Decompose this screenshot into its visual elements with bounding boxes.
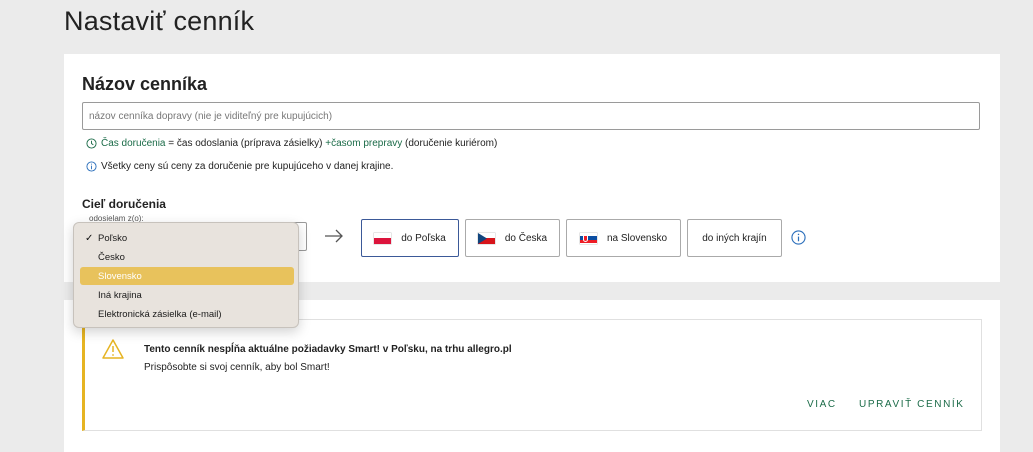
poland-flag-icon: [374, 232, 392, 244]
info-circle-icon[interactable]: [791, 230, 806, 245]
dropdown-option-electronic[interactable]: Elektronická zásielka (e-mail): [80, 305, 294, 323]
destination-label-poland: do Poľska: [401, 232, 446, 244]
dropdown-option-other-country[interactable]: Iná krajina: [80, 286, 294, 304]
clock-icon: [86, 138, 97, 149]
pricelist-name-input[interactable]: [82, 102, 980, 130]
delivery-time-suffix: (doručenie kuriérom): [402, 138, 498, 149]
warning-title: Tento cenník nespĺňa aktuálne požiadavky…: [144, 344, 512, 355]
dropdown-option-czechia[interactable]: Česko: [80, 248, 294, 266]
destination-button-poland[interactable]: do Poľska: [361, 219, 459, 257]
more-button[interactable]: VIAC: [807, 399, 837, 410]
slovakia-flag-icon: [579, 232, 597, 244]
section-title: Názov cenníka: [82, 74, 208, 94]
warning-subtitle: Prispôsobte si svoj cenník, aby bol Smar…: [144, 362, 330, 373]
delivery-time-note: Čas doručenia = čas odoslania (príprava …: [86, 138, 497, 149]
dropdown-option-poland[interactable]: ✓ Poľsko: [80, 229, 294, 247]
arrow-right-icon: [325, 229, 343, 243]
page-title: Nastaviť cenník: [64, 6, 255, 36]
destination-button-czechia[interactable]: do Česka: [465, 219, 560, 257]
dropdown-option-slovakia[interactable]: Slovensko: [80, 267, 294, 285]
destination-label: Cieľ doručenia: [82, 197, 166, 211]
destination-label-other: do iných krajín: [702, 232, 767, 244]
destination-button-slovakia[interactable]: na Slovensko: [566, 219, 681, 257]
origin-country-dropdown[interactable]: ✓ Poľsko Česko Slovensko Iná krajina Elek…: [73, 222, 299, 328]
warning-box: Tento cenník nespĺňa aktuálne požiadavky…: [82, 319, 982, 431]
edit-pricelist-button[interactable]: UPRAVIŤ CENNÍK: [859, 399, 965, 410]
czechia-flag-icon: [477, 232, 495, 244]
destination-label-slovakia: na Slovensko: [606, 232, 668, 244]
info-icon: [86, 161, 97, 172]
destination-label-czechia: do Česka: [504, 232, 548, 244]
prices-note-text: Všetky ceny sú ceny za doručenie pre kup…: [101, 161, 394, 172]
warning-triangle-icon: [102, 339, 124, 359]
delivery-time-term: Čas doručenia: [101, 138, 166, 149]
delivery-time-text: = čas odoslania (príprava zásielky): [165, 138, 326, 149]
destination-button-other[interactable]: do iných krajín: [687, 219, 782, 257]
prices-note: Všetky ceny sú ceny za doručenie pre kup…: [86, 161, 393, 172]
checkmark-icon: ✓: [85, 232, 94, 244]
transport-time-term: +časom prepravy: [325, 138, 403, 149]
